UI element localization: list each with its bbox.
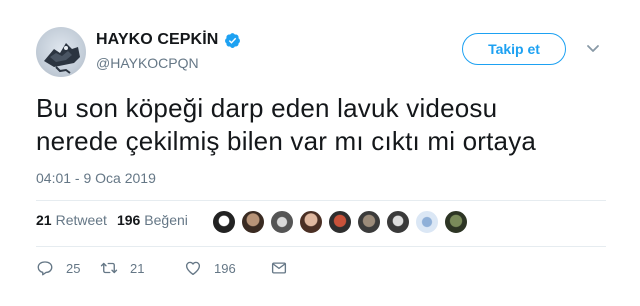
liker-avatar[interactable] (357, 210, 381, 234)
direct-message-action[interactable] (270, 259, 288, 277)
like-icon[interactable] (184, 259, 202, 277)
tweet-timestamp[interactable]: 04:01 - 9 Oca 2019 (36, 170, 156, 186)
liker-avatars (212, 210, 473, 234)
tweet-text-line-2: nerede çekilmiş bilen var mı cıktı mi or… (36, 126, 537, 156)
verified-badge-icon (225, 32, 241, 48)
liker-avatar[interactable] (444, 210, 468, 234)
reply-action[interactable]: 25 (36, 259, 100, 277)
reply-count: 25 (66, 260, 81, 276)
tweet-text-line-1: Bu son köpeği darp eden lavuk videosu (36, 93, 498, 123)
liker-avatar[interactable] (415, 210, 439, 234)
divider-bottom (36, 246, 606, 247)
tweet-actions: 25 21 196 (36, 259, 288, 277)
like-label[interactable]: Beğeni (144, 212, 188, 228)
like-action[interactable]: 196 (184, 259, 270, 277)
retweet-icon[interactable] (100, 259, 118, 277)
liker-avatar[interactable] (212, 210, 236, 234)
retweet-action-count: 21 (130, 260, 145, 276)
liker-avatar[interactable] (270, 210, 294, 234)
liker-avatar[interactable] (241, 210, 265, 234)
liker-avatar[interactable] (328, 210, 352, 234)
like-count[interactable]: 196 (117, 212, 140, 228)
author-display-name[interactable]: HAYKO CEPKİN (96, 31, 218, 49)
author-handle[interactable]: @HAYKOCPQN (96, 55, 199, 71)
profile-avatar[interactable] (36, 27, 86, 77)
retweet-label[interactable]: Retweet (56, 212, 107, 228)
direct-message-icon[interactable] (270, 259, 288, 277)
follow-button[interactable]: Takip et (462, 33, 566, 65)
liker-avatar[interactable] (299, 210, 323, 234)
reply-icon[interactable] (36, 259, 54, 277)
tweet-stats: 21 Retweet 196 Beğeni (36, 212, 198, 228)
divider-top (36, 200, 606, 201)
like-action-count: 196 (214, 260, 236, 276)
retweet-count[interactable]: 21 (36, 212, 52, 228)
tweet-text: Bu son köpeği darp eden lavuk videosu ne… (36, 92, 616, 158)
author-name-row[interactable]: HAYKO CEPKİN (96, 31, 241, 49)
profile-avatar-image (44, 43, 80, 74)
liker-avatar[interactable] (386, 210, 410, 234)
chevron-down-icon[interactable] (586, 44, 600, 54)
retweet-action[interactable]: 21 (100, 259, 184, 277)
